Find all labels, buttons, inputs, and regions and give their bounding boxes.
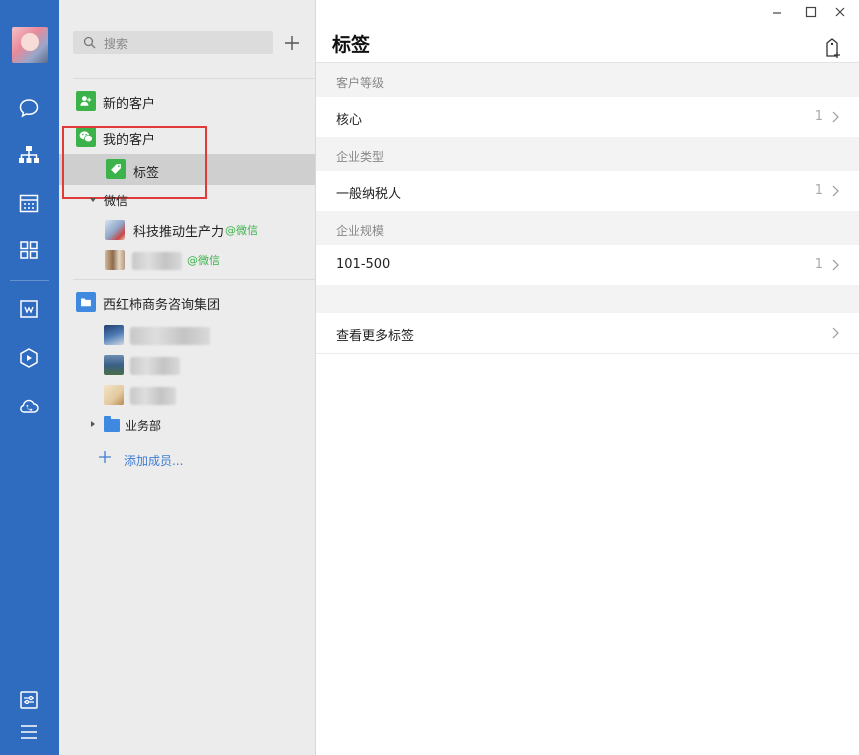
member-avatar — [104, 325, 124, 345]
plus-icon — [285, 35, 299, 50]
blurred-member-name[interactable] — [130, 387, 176, 405]
close-icon — [835, 7, 845, 17]
contact-avatar — [105, 250, 125, 270]
member-avatar — [104, 385, 124, 405]
chevron-right-icon — [832, 259, 839, 271]
group-header: 客户等级 — [316, 63, 859, 97]
spacer — [316, 285, 859, 313]
folder-icon — [104, 416, 120, 432]
company-name[interactable]: 西红柿商务咨询集团 — [103, 294, 220, 313]
row-divider — [316, 353, 859, 354]
minimize-icon — [773, 12, 781, 14]
page-title: 标签 — [332, 34, 371, 56]
add-member-link[interactable]: 添加成员... — [124, 452, 183, 469]
org-chart-icon[interactable] — [17, 143, 41, 167]
chevron-right-icon — [832, 185, 839, 197]
contact-name[interactable]: 科技推动生产力 — [133, 221, 224, 240]
maximize-icon — [805, 6, 817, 18]
collapse-icon[interactable] — [91, 421, 95, 427]
tag-label: 101-500 — [336, 257, 391, 272]
chevron-right-icon — [832, 327, 839, 339]
tag-row[interactable]: 核心 1 — [316, 97, 859, 137]
tag-count: 1 — [814, 109, 823, 124]
maximize-button[interactable] — [803, 4, 819, 20]
search-input[interactable]: 搜索 — [73, 31, 273, 54]
group-header: 企业规模 — [316, 211, 859, 245]
tag-label: 一般纳税人 — [336, 187, 402, 202]
tag-count: 1 — [814, 257, 823, 272]
add-member-icon[interactable] — [99, 451, 111, 463]
divider — [73, 279, 316, 280]
tag-row[interactable]: 一般纳税人 1 — [316, 171, 859, 211]
department-item[interactable]: 业务部 — [125, 417, 161, 434]
group-header-label: 客户等级 — [336, 76, 385, 90]
expand-icon[interactable] — [90, 198, 96, 202]
add-contact-icon — [76, 91, 96, 111]
wechat-group-label[interactable]: 微信 — [104, 192, 128, 209]
blurred-member-name[interactable] — [130, 357, 180, 375]
more-tags-row[interactable]: 查看更多标签 — [316, 313, 859, 353]
blurred-contact-name[interactable] — [132, 252, 182, 270]
company-icon — [76, 292, 96, 312]
more-tags-label: 查看更多标签 — [336, 329, 415, 344]
divider — [73, 78, 316, 79]
calendar-icon[interactable] — [17, 191, 41, 215]
add-button[interactable] — [281, 31, 303, 54]
contacts-panel: 搜索 新的客户 我的客户 标签 微信 科技推动生产力 @微信 @微信 西红柿商务… — [59, 0, 316, 755]
member-avatar — [104, 355, 124, 375]
tag-row[interactable]: 101-500 1 — [316, 245, 859, 285]
left-rail — [0, 0, 59, 755]
group-header-label: 企业类型 — [336, 150, 385, 164]
highlight-box — [62, 126, 207, 199]
drive-icon[interactable] — [17, 346, 41, 370]
contact-source: @微信 — [225, 224, 258, 237]
tag-count: 1 — [814, 183, 823, 198]
rail-divider — [10, 280, 49, 281]
apps-icon[interactable] — [17, 238, 41, 262]
close-button[interactable] — [832, 4, 848, 20]
contact-avatar — [105, 220, 125, 240]
document-icon[interactable] — [17, 297, 41, 321]
tags-detail-panel: 标签 客户等级 核心 1 企业类型 一般纳税人 1 企业规模 101-500 1… — [316, 0, 859, 755]
minimize-button[interactable] — [769, 4, 785, 20]
tag-label: 核心 — [336, 113, 363, 128]
add-tag-icon[interactable] — [822, 37, 842, 59]
group-header-label: 企业规模 — [336, 224, 385, 238]
search-icon — [83, 36, 96, 49]
chevron-right-icon — [832, 111, 839, 123]
settings-icon[interactable] — [17, 688, 41, 712]
chat-icon[interactable] — [17, 96, 41, 120]
new-customers-item[interactable]: 新的客户 — [103, 93, 155, 112]
blurred-member-name[interactable] — [130, 327, 210, 345]
cloud-call-icon[interactable] — [17, 394, 41, 418]
group-header: 企业类型 — [316, 137, 859, 171]
contact-source: @微信 — [187, 254, 220, 267]
menu-icon[interactable] — [17, 720, 41, 744]
search-placeholder: 搜索 — [104, 37, 129, 51]
user-avatar[interactable] — [12, 27, 48, 63]
